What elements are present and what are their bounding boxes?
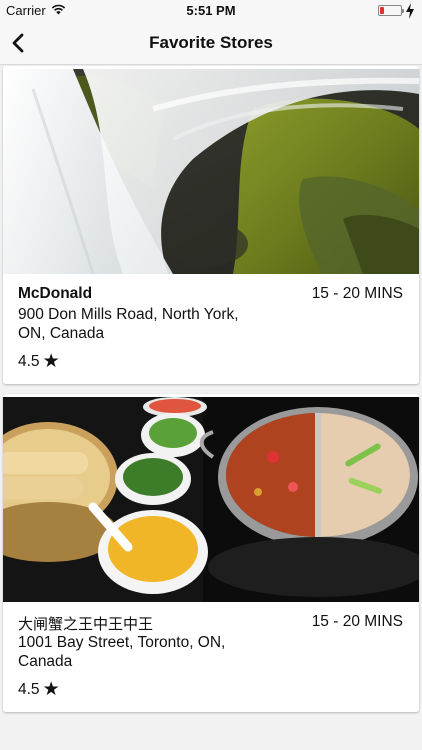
delivery-time: 15 - 20 MINS	[311, 285, 403, 302]
star-icon: ★	[42, 679, 60, 700]
rating-value: 4.5	[18, 680, 40, 698]
status-bar: Carrier 5:51 PM	[0, 0, 422, 22]
store-name: McDonald	[18, 285, 93, 302]
store-address: 900 Don Mills Road, North York, ON, Cana…	[18, 306, 239, 342]
star-icon: ★	[42, 351, 60, 372]
page-title: Favorite Stores	[149, 33, 273, 52]
store-card-crab-king[interactable]: 大闸蟹之王中王中王 15 - 20 MINS 1001 Bay Street, …	[3, 394, 419, 712]
store-name: 大闸蟹之王中王中王	[18, 615, 154, 633]
charging-bolt-icon	[406, 3, 414, 19]
navigation-bar: Favorite Stores	[0, 22, 422, 65]
rating-value: 4.5	[18, 352, 40, 370]
store-rating: 4.5 ★	[18, 352, 60, 371]
status-time: 5:51 PM	[186, 3, 236, 18]
battery-icon	[378, 5, 404, 16]
store-image-waterfall	[3, 69, 419, 274]
delivery-time: 15 - 20 MINS	[311, 613, 403, 630]
store-rating: 4.5 ★	[18, 680, 60, 699]
store-image-hotpot	[3, 397, 419, 602]
store-address: 1001 Bay Street, Toronto, ON, Canada	[18, 634, 226, 670]
store-card-mcdonald[interactable]: McDonald 15 - 20 MINS 900 Don Mills Road…	[3, 66, 419, 384]
